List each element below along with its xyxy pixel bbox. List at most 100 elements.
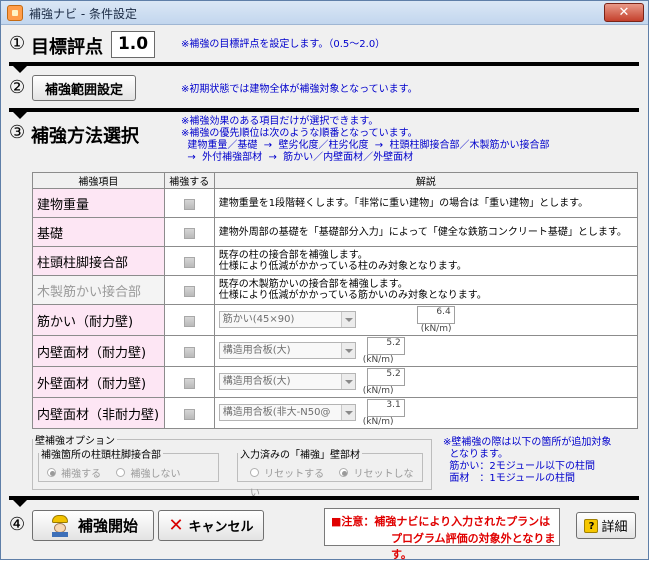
target-score-label: 目標評点 [31, 37, 103, 58]
strength-value: 6.4 [416, 306, 455, 324]
target-score-note: ※補強の目標評点を設定します。（0.5～2.0） [181, 39, 386, 50]
option-note-3: 筋かい：2モジュール以下の柱間 [443, 461, 596, 472]
close-icon: ✕ [168, 515, 184, 536]
row-label: 木製筋かい接合部 [32, 275, 165, 305]
apply-checkbox[interactable] [183, 256, 195, 268]
close-button[interactable]: ✕ [604, 3, 644, 22]
header-desc: 解説 [213, 172, 639, 189]
strength-value: 5.2 [366, 368, 405, 386]
method-note-1: ※補強効果のある項目だけが選択できます。 [181, 116, 379, 127]
joint-reinforce-label: 補強する [61, 469, 102, 480]
row-label: 外壁面材（耐力壁) [32, 366, 165, 398]
apply-checkbox[interactable] [183, 315, 195, 327]
material-select-value: 構造用合板(大) [222, 376, 291, 387]
table-row: 筋かい（耐力壁) 筋かい(45×90) 6.4 (kN/m) [32, 304, 639, 336]
range-note: ※初期状態では建物全体が補強対象となっています。 [181, 84, 418, 95]
material-select-value: 筋かい(45×90) [222, 314, 295, 325]
reset-radio[interactable] [250, 468, 259, 477]
strength-value: 3.1 [366, 399, 405, 417]
reset-label: リセットする [264, 469, 325, 480]
no-reset-radio[interactable] [339, 468, 349, 477]
joint-no-reinforce-label: 補強しない [130, 469, 181, 480]
step-number-4: ④ [9, 514, 26, 535]
row-label: 建物重量 [32, 188, 165, 218]
separator-3 [9, 496, 639, 500]
table-row: 外壁面材（耐力壁) 構造用合板(大) 5.2 (kN/m) [32, 366, 639, 398]
row-desc: 建物重量を1段階軽くします。「非常に重い建物」の場合は「重い建物」とします。 [213, 188, 639, 218]
joint-option-group: 補強箇所の柱頭柱脚接合部 補強する 補強しない [38, 446, 219, 482]
row-desc-line2: 仕様により低減がかかっている柱のみ対象となります。 [218, 261, 467, 272]
joint-no-reinforce-radio[interactable] [116, 468, 126, 477]
method-note-4: → 外付補強部材 → 筋かい／内壁面材／外壁面材 [181, 152, 414, 163]
start-reinforce-button[interactable]: 補強開始 [32, 510, 154, 541]
warning-box: ■注意：補強ナビにより入力されたプランは プログラム評価の対象外となります。 [324, 508, 560, 561]
table-row: 建物重量 建物重量を1段階軽くします。「非常に重い建物」の場合は「重い建物」とし… [32, 188, 639, 218]
header-item: 補強項目 [32, 172, 165, 189]
step-number-1: ① [9, 33, 26, 54]
dialog-window: 補強ナビ - 条件設定 ✕ ① 目標評点 1.0 ※補強の目標評点を設定します。… [0, 0, 649, 561]
strength-unit: (kN/m) [362, 417, 394, 427]
start-reinforce-label: 補強開始 [77, 517, 138, 535]
down-arrow-icon [11, 498, 29, 507]
material-select[interactable]: 構造用合板(非大-N50@ [218, 404, 356, 421]
apply-checkbox[interactable] [183, 227, 195, 239]
apply-checkbox[interactable] [183, 198, 195, 210]
table-row: 柱頭柱脚接合部 既存の柱の接合部を補強します。 仕様により低減がかかっている柱のみ… [32, 246, 639, 276]
row-label: 内壁面材（耐力壁) [32, 335, 165, 367]
target-score-input[interactable]: 1.0 [111, 31, 155, 58]
material-select[interactable]: 筋かい(45×90) [218, 311, 356, 328]
app-icon [7, 5, 23, 21]
table-row: 木製筋かい接合部 既存の木製筋かいの接合部を補強します。 仕様により低減がかかって… [32, 275, 639, 305]
detail-button[interactable]: ? 詳細 [576, 512, 636, 539]
chevron-down-icon [340, 312, 355, 327]
reset-option-legend: 入力済みの「補強」壁部材 [240, 450, 360, 461]
material-select[interactable]: 構造用合板(大) [218, 342, 356, 359]
apply-checkbox[interactable] [183, 377, 195, 389]
row-desc-line1: 既存の柱の接合部を補強します。 [218, 250, 368, 261]
down-arrow-icon [11, 110, 29, 119]
row-label: 柱頭柱脚接合部 [32, 246, 165, 276]
row-desc-line1: 既存の木製筋かいの接合部を補強します。 [218, 279, 408, 290]
down-arrow-icon [11, 64, 29, 73]
joint-option-legend: 補強箇所の柱頭柱脚接合部 [41, 450, 161, 461]
option-note-2: となります。 [443, 449, 509, 460]
table-row: 内壁面材（非耐力壁) 構造用合板(非大-N50@ 3.1 (kN/m) [32, 397, 639, 429]
wall-option-legend: 壁補強オプション [35, 436, 115, 447]
range-setting-button[interactable]: 補強範囲設定 [32, 75, 136, 101]
header-apply: 補強する [163, 172, 215, 189]
warning-line-1: ■注意：補強ナビにより入力されたプランは [331, 515, 551, 528]
row-desc: 建物外周部の基礎を「基礎部分入力」によって「健全な鉄筋コンクリート基礎」とします… [213, 217, 639, 247]
window-title: 補強ナビ - 条件設定 [29, 7, 137, 21]
chevron-down-icon [340, 343, 355, 358]
strength-unit: (kN/m) [420, 324, 452, 334]
separator-2 [9, 108, 639, 112]
reset-option-group: 入力済みの「補強」壁部材 リセットする リセットしない [237, 446, 423, 499]
row-desc-line2: 仕様により低減がかかっている筋かいのみ対象となります。 [218, 290, 487, 301]
method-note-3: 建物重量／基礎 → 壁劣化度／柱劣化度 → 柱頭柱脚接合部／木製筋かい接合部 [181, 140, 550, 151]
strength-value: 5.2 [366, 337, 405, 355]
method-note-2: ※補強の優先順位は次のような順番となっています。 [181, 128, 418, 139]
title-bar: 補強ナビ - 条件設定 ✕ [1, 1, 648, 25]
separator-1 [9, 62, 639, 66]
worker-icon [48, 514, 72, 537]
cancel-label: キャンセル [188, 520, 254, 535]
cancel-button[interactable]: ✕ キャンセル [158, 510, 264, 541]
apply-checkbox[interactable] [183, 346, 195, 358]
step-number-2: ② [9, 77, 26, 98]
material-select[interactable]: 構造用合板(大) [218, 373, 356, 390]
method-table: 補強項目 補強する 解説 建物重量 建物重量を1段階軽くします。「非常に重い建物… [32, 172, 639, 429]
warning-line-2: プログラム評価の対象外となります。 [391, 532, 556, 561]
row-label: 筋かい（耐力壁) [32, 304, 165, 336]
joint-reinforce-radio[interactable] [47, 468, 56, 477]
table-row: 内壁面材（耐力壁) 構造用合板(大) 5.2 (kN/m) [32, 335, 639, 367]
row-label: 内壁面材（非耐力壁) [32, 397, 165, 429]
method-label: 補強方法選択 [31, 126, 139, 147]
table-row: 基礎 建物外周部の基礎を「基礎部分入力」によって「健全な鉄筋コンクリート基礎」と… [32, 217, 639, 247]
detail-label: 詳細 [601, 520, 628, 535]
chevron-down-icon [340, 405, 355, 420]
chevron-down-icon [340, 374, 355, 389]
apply-checkbox[interactable] [183, 285, 195, 297]
material-select-value: 構造用合板(大) [222, 345, 291, 356]
apply-checkbox[interactable] [183, 408, 195, 420]
material-select-value: 構造用合板(非大-N50@ [222, 407, 331, 418]
